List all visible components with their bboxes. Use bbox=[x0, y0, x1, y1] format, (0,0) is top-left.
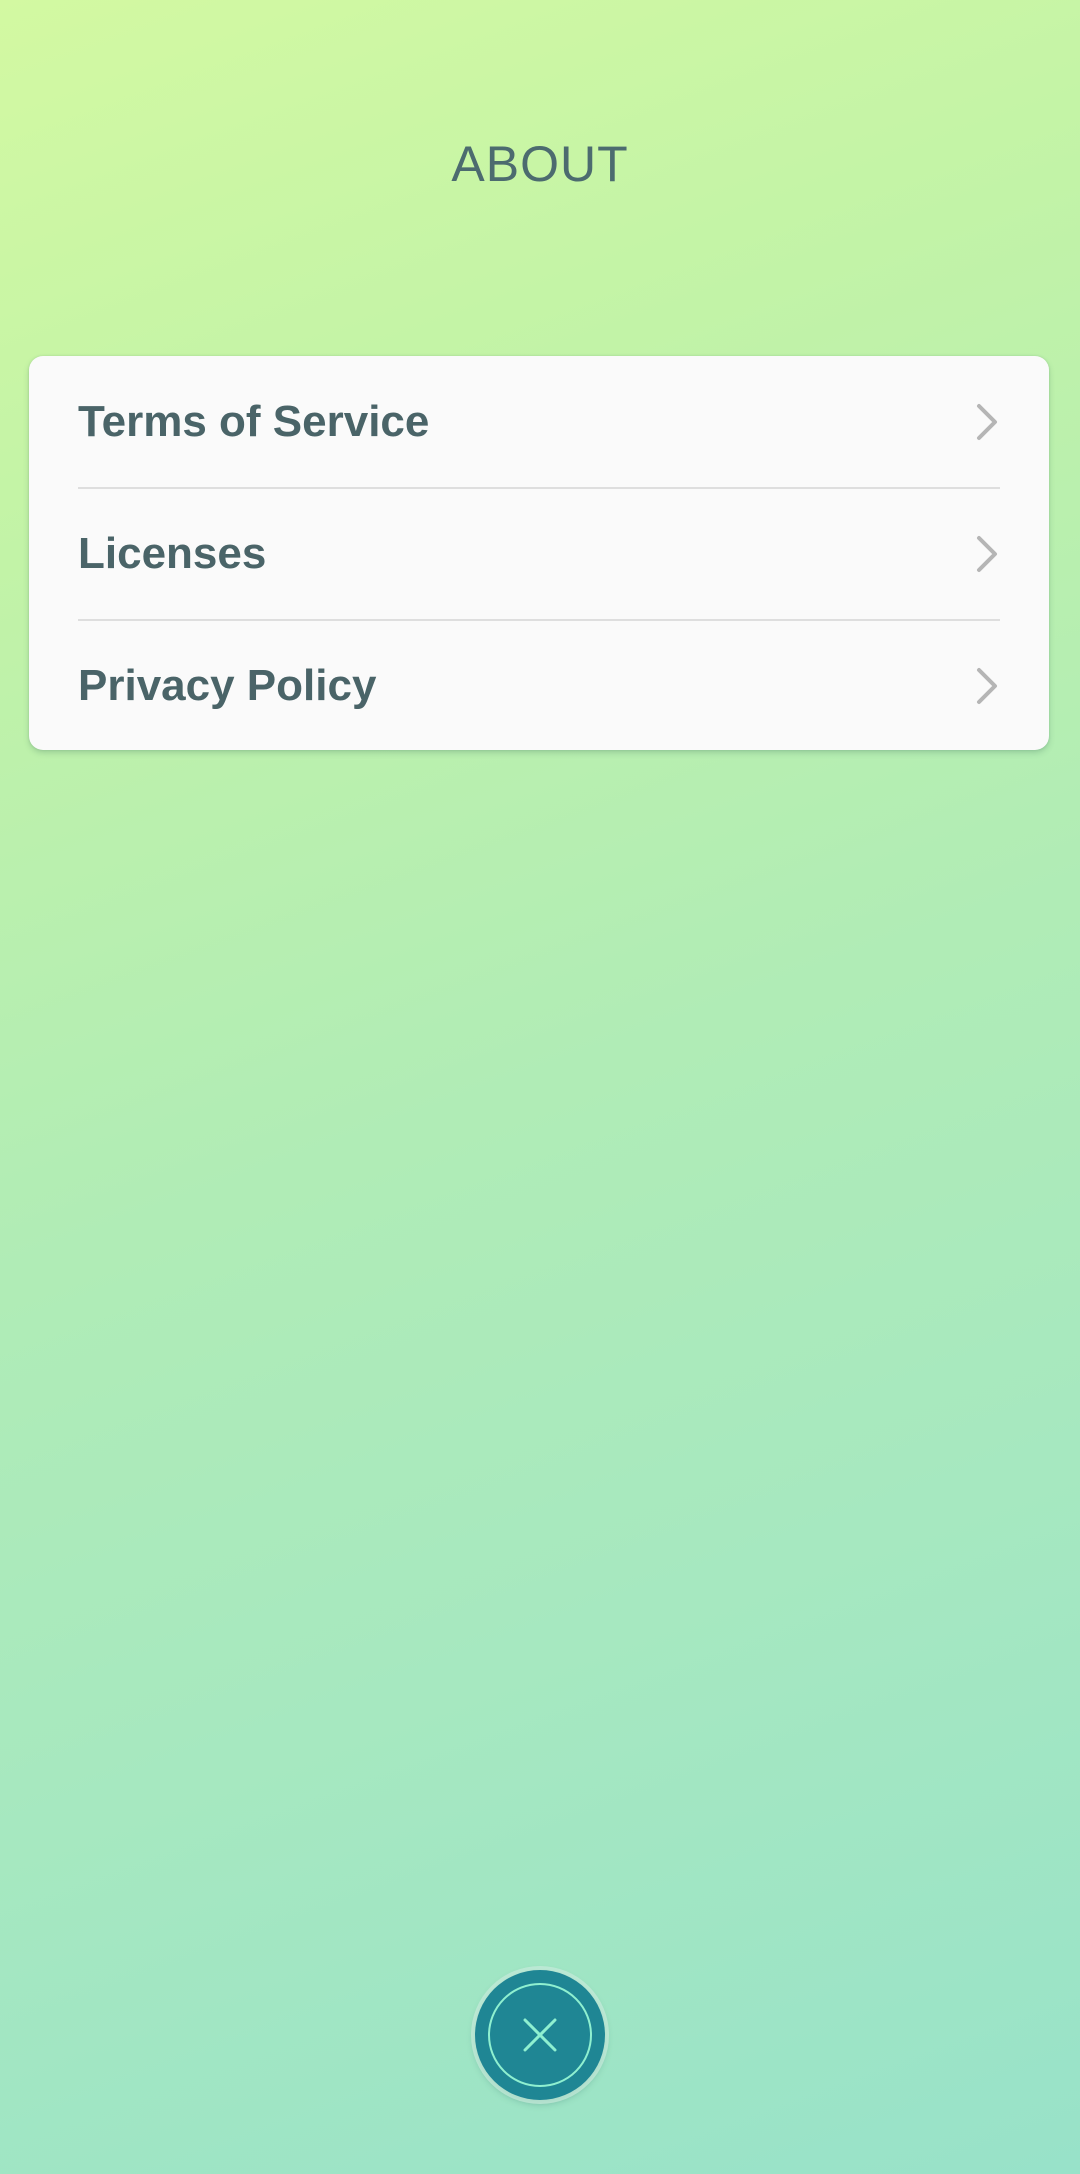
menu-item-label: Privacy Policy bbox=[78, 661, 377, 710]
about-menu-card: Terms of Service Licenses Privacy Policy bbox=[29, 356, 1049, 750]
chevron-right-icon bbox=[977, 668, 997, 704]
menu-item-licenses[interactable]: Licenses bbox=[29, 488, 1049, 620]
page-title: ABOUT bbox=[451, 136, 629, 192]
menu-item-label: Terms of Service bbox=[78, 397, 430, 446]
menu-item-label: Licenses bbox=[78, 529, 267, 578]
menu-item-terms-of-service[interactable]: Terms of Service bbox=[29, 356, 1049, 488]
menu-item-privacy-policy[interactable]: Privacy Policy bbox=[29, 620, 1049, 750]
close-icon bbox=[523, 2018, 557, 2052]
chevron-right-icon bbox=[977, 404, 997, 440]
chevron-right-icon bbox=[977, 536, 997, 572]
close-button[interactable] bbox=[475, 1970, 605, 2100]
